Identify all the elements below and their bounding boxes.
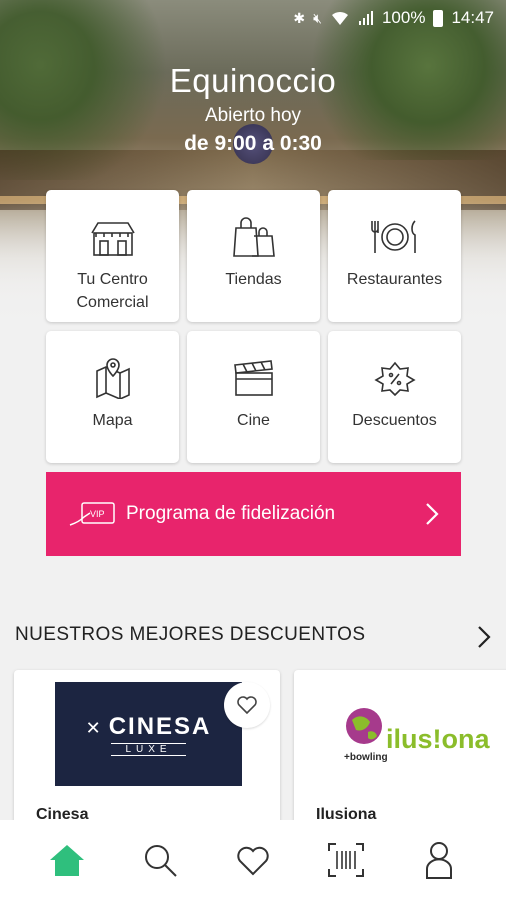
chevron-right-icon: [426, 503, 439, 525]
tile-label: Cine: [237, 412, 270, 429]
nav-profile[interactable]: [409, 830, 469, 890]
shopping-bags-icon: [232, 216, 276, 258]
discount-card-cinesa[interactable]: ✕ CINESA LUXE Cinesa: [14, 670, 280, 840]
heart-icon: [237, 846, 269, 876]
loyalty-label: Programa de fidelización: [126, 503, 336, 524]
cinesa-logo: ✕ CINESA LUXE: [55, 682, 242, 786]
tile-tu-centro-comercial[interactable]: Tu Centro Comercial: [46, 190, 179, 322]
nav-search[interactable]: [130, 830, 190, 890]
section-title: NUESTROS MEJORES DESCUENTOS: [15, 624, 366, 645]
open-label: Abierto hoy: [204, 105, 302, 126]
profile-icon: [426, 842, 453, 879]
tile-label: Tiendas: [225, 271, 282, 288]
search-icon: [144, 845, 177, 877]
signal-icon: [358, 11, 373, 25]
vip-card-icon: VIP: [69, 502, 115, 526]
tile-tiendas[interactable]: Tiendas: [187, 190, 320, 322]
tile-label: Restaurantes: [346, 271, 443, 288]
tile-cine[interactable]: Cine: [187, 331, 320, 463]
tile-mapa[interactable]: Mapa: [46, 331, 179, 463]
section-more-chevron-icon[interactable]: [474, 622, 494, 652]
discount-card-ilusiona[interactable]: ilus!ona +bowling Ilusiona: [294, 670, 506, 840]
tile-label: Descuentos: [352, 412, 437, 429]
ilusiona-logo: ilus!ona +bowling: [344, 700, 506, 770]
status-bar: ✱ 🔇︎ 100% 14:47: [0, 0, 506, 36]
barcode-scan-icon: [328, 843, 365, 877]
discount-badge-icon: [372, 357, 418, 399]
heart-outline-icon: [237, 696, 257, 715]
bluetooth-icon: ✱: [293, 9, 306, 26]
plate-cutlery-icon: [370, 216, 419, 258]
loyalty-program-button[interactable]: VIP Programa de fidelización: [46, 472, 461, 556]
nav-favorites[interactable]: [223, 830, 283, 890]
mute-icon: 🔇︎: [313, 9, 322, 26]
map-pin-icon: [94, 357, 132, 399]
battery-percent: 100%: [381, 8, 426, 27]
favorite-button[interactable]: [224, 682, 270, 728]
tile-restaurantes[interactable]: Restaurantes: [328, 190, 461, 322]
bottom-navigation: [0, 820, 506, 900]
wifi-icon: [331, 11, 348, 25]
clapperboard-icon: [233, 357, 275, 399]
nav-home[interactable]: [37, 830, 97, 890]
clock: 14:47: [451, 8, 494, 27]
home-icon: [49, 845, 84, 876]
battery-icon: [433, 9, 444, 27]
mall-building-icon: [90, 216, 136, 258]
tile-label: Mapa: [92, 412, 133, 429]
tile-descuentos[interactable]: Descuentos: [328, 331, 461, 463]
mall-name: Equinoccio: [169, 62, 337, 99]
nav-scan[interactable]: [316, 830, 376, 890]
svg-text:VIP: VIP: [90, 509, 105, 519]
tile-label: Tu Centro Comercial: [76, 271, 149, 311]
open-hours: de 9:00 a 0:30: [184, 132, 322, 155]
